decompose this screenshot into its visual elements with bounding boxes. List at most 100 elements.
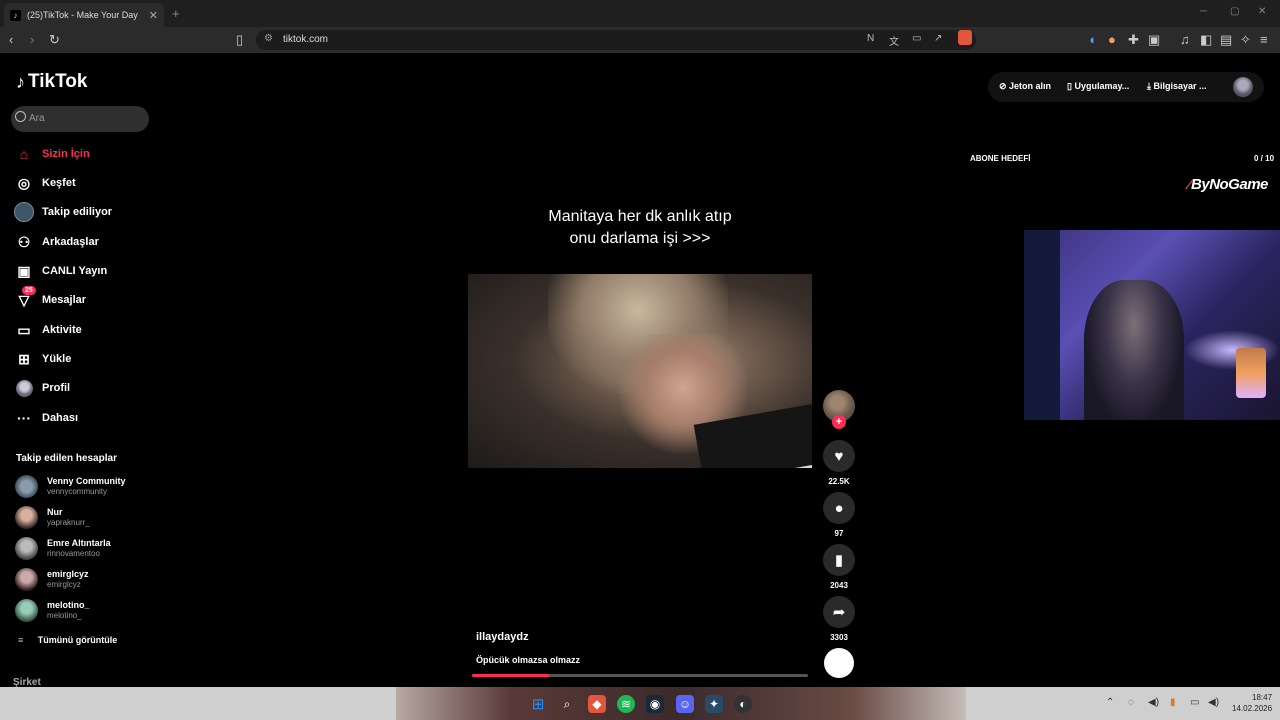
brave-browser-icon[interactable]: ◆ xyxy=(588,695,606,713)
search-input[interactable]: Ara xyxy=(11,106,149,132)
compass-icon: ◎ xyxy=(17,174,31,191)
user-avatar[interactable] xyxy=(1233,77,1253,97)
nav-friends[interactable]: ⚇ Arkadaşlar xyxy=(14,231,154,253)
comment-icon[interactable]: ● xyxy=(823,492,855,524)
nav-for-you[interactable]: ⌂ Sizin İçin xyxy=(14,143,154,165)
tray-speaker-icon[interactable]: ◀) xyxy=(1148,697,1159,708)
logo-text: TikTok xyxy=(28,71,88,92)
menu-icon[interactable]: ≡ xyxy=(1260,32,1268,48)
video-player[interactable] xyxy=(468,274,812,468)
share-arrow-icon[interactable]: ➦ xyxy=(823,596,855,628)
steam-icon[interactable]: ◉ xyxy=(646,695,664,713)
nav-profile[interactable]: Profil xyxy=(14,377,154,399)
audio-playing-icon[interactable]: ◖ xyxy=(1088,32,1096,48)
account-handle: emirglcyz xyxy=(47,580,81,589)
cast-icon[interactable]: ▭ xyxy=(912,33,921,44)
sidebar-toggle-icon[interactable]: ◧ xyxy=(1200,32,1212,48)
get-coins-button[interactable]: ⊘ Jeton alın xyxy=(999,81,1051,92)
browser-tab-tiktok[interactable]: ♪ (25)TikTok - Make Your Day ✕ xyxy=(4,3,164,27)
extension-icon[interactable]: ● xyxy=(1108,32,1116,48)
more-icon: ··· xyxy=(17,410,31,426)
wallet-icon[interactable]: ▤ xyxy=(1220,32,1232,48)
share-action[interactable]: ➦ 3303 xyxy=(822,596,856,642)
avatar xyxy=(15,475,38,498)
windows-start-icon[interactable]: ⊞ xyxy=(529,695,547,713)
video-progress-bar[interactable] xyxy=(472,674,808,677)
video-author[interactable]: illaydaydz xyxy=(476,631,529,643)
new-tab-button[interactable]: + xyxy=(172,6,180,21)
bookmark-icon[interactable]: ▮ xyxy=(823,544,855,576)
tray-app-icon[interactable]: ◌ xyxy=(1128,697,1134,708)
nav-label: Aktivite xyxy=(42,324,82,336)
taskbar-clock[interactable]: 18:47 14.02.2026 xyxy=(1232,692,1272,714)
back-icon[interactable]: ‹ xyxy=(9,32,13,48)
account-item[interactable]: Venny Community vennycommunity xyxy=(15,474,155,500)
nav-live[interactable]: ▣ CANLI Yayın xyxy=(14,260,154,282)
comment-count: 97 xyxy=(834,529,844,538)
translate-icon[interactable]: 文 xyxy=(889,33,899,48)
nav-upload[interactable]: ⊞ Yükle xyxy=(14,348,154,370)
account-item[interactable]: melotino_ melotino_ xyxy=(15,598,155,624)
tab-close-icon[interactable]: ✕ xyxy=(149,9,158,22)
url-text: tiktok.com xyxy=(283,34,329,45)
bynogame-mark-icon: ⁄ xyxy=(1188,176,1191,193)
spotify-icon[interactable]: ≋ xyxy=(617,695,635,713)
messages-badge: 25 xyxy=(22,286,36,295)
taskbar-search-icon[interactable]: ⌕ xyxy=(558,695,576,713)
tray-volume-icon[interactable]: ◀) xyxy=(1208,697,1219,708)
obs-icon[interactable]: ◐ xyxy=(734,695,752,713)
tiktok-logo[interactable]: ♪ TikTok xyxy=(16,71,87,93)
account-handle: melotino_ xyxy=(47,611,82,620)
follow-button[interactable]: + xyxy=(832,415,846,429)
site-settings-icon[interactable]: ⚙ xyxy=(264,33,273,44)
clock-date: 14.02.2026 xyxy=(1232,704,1273,713)
webcam-overlay xyxy=(1024,230,1280,420)
address-bar[interactable]: ⚙ tiktok.com N 文 ▭ ↗ xyxy=(256,30,976,50)
sound-disc-icon[interactable] xyxy=(824,648,854,678)
tray-overflow-icon[interactable]: ⌃ xyxy=(1106,697,1114,708)
see-all-link[interactable]: ≡ Tümünü görüntüle xyxy=(18,635,117,645)
maximize-icon[interactable]: ▢ xyxy=(1230,6,1239,17)
save-action[interactable]: ▮ 2043 xyxy=(822,544,856,590)
coin-icon: ⊘ xyxy=(999,81,1010,91)
window-close-icon[interactable]: ✕ xyxy=(1258,6,1266,17)
account-item[interactable]: Nur yapraknurr_ xyxy=(15,505,155,531)
avatar xyxy=(15,506,38,529)
forward-icon[interactable]: › xyxy=(30,32,34,48)
share-page-icon[interactable]: ↗ xyxy=(934,33,942,44)
tray-display-icon[interactable]: ▭ xyxy=(1190,697,1199,708)
account-item[interactable]: Emre Altıntarla rinnovamentoo xyxy=(15,536,155,562)
sub-goal-title: ABONE HEDEFİ xyxy=(970,154,1031,163)
comment-action[interactable]: ● 97 xyxy=(822,492,856,538)
get-app-button[interactable]: ▯ Uygulamay... xyxy=(1067,81,1129,92)
live-tv-icon: ▣ xyxy=(17,262,31,279)
discord-icon[interactable]: ☺ xyxy=(676,695,694,713)
account-handle: rinnovamentoo xyxy=(47,549,100,558)
minimize-icon[interactable]: ─ xyxy=(1200,6,1207,17)
nav-following[interactable]: Takip ediliyor xyxy=(14,201,154,223)
extensions-puzzle-icon[interactable]: ✚ xyxy=(1128,32,1139,48)
wallet-extension-icon[interactable]: ▣ xyxy=(1148,32,1160,48)
nav-activity[interactable]: ▭ Aktivite xyxy=(14,319,154,341)
media-controls-icon[interactable]: ♫ xyxy=(1180,32,1190,48)
bynogame-logo: ⁄ByNoGame xyxy=(1188,176,1268,193)
nav-more[interactable]: ··· Dahası xyxy=(14,407,154,429)
nav-explore[interactable]: ◎ Keşfet xyxy=(14,172,154,194)
profile-icon xyxy=(14,378,34,398)
brave-shields-icon[interactable] xyxy=(958,30,972,45)
bookmark-icon[interactable]: ▯ xyxy=(236,32,243,48)
nav-messages[interactable]: ▽ 25 Mesajlar xyxy=(14,286,154,311)
reader-off-icon[interactable]: N xyxy=(867,33,874,44)
like-action[interactable]: ♥ 22.5K xyxy=(822,440,856,486)
desktop-app-button[interactable]: ⤓ Bilgisayar ... xyxy=(1147,81,1207,92)
app-icon[interactable]: ✦ xyxy=(705,695,723,713)
see-all-label: Tümünü görüntüle xyxy=(37,635,118,645)
tray-mic-icon[interactable]: ▮ xyxy=(1170,697,1176,708)
heart-icon[interactable]: ♥ xyxy=(823,440,855,472)
reload-icon[interactable]: ↻ xyxy=(49,32,60,48)
home-icon: ⌂ xyxy=(19,146,29,162)
leo-ai-icon[interactable]: ✧ xyxy=(1240,32,1251,48)
video-description: Öpücük olmazsa olmazz xyxy=(476,655,581,665)
account-item[interactable]: emirglcyz emirglcyz xyxy=(15,567,155,593)
tab-title: (25)TikTok - Make Your Day xyxy=(27,10,138,20)
